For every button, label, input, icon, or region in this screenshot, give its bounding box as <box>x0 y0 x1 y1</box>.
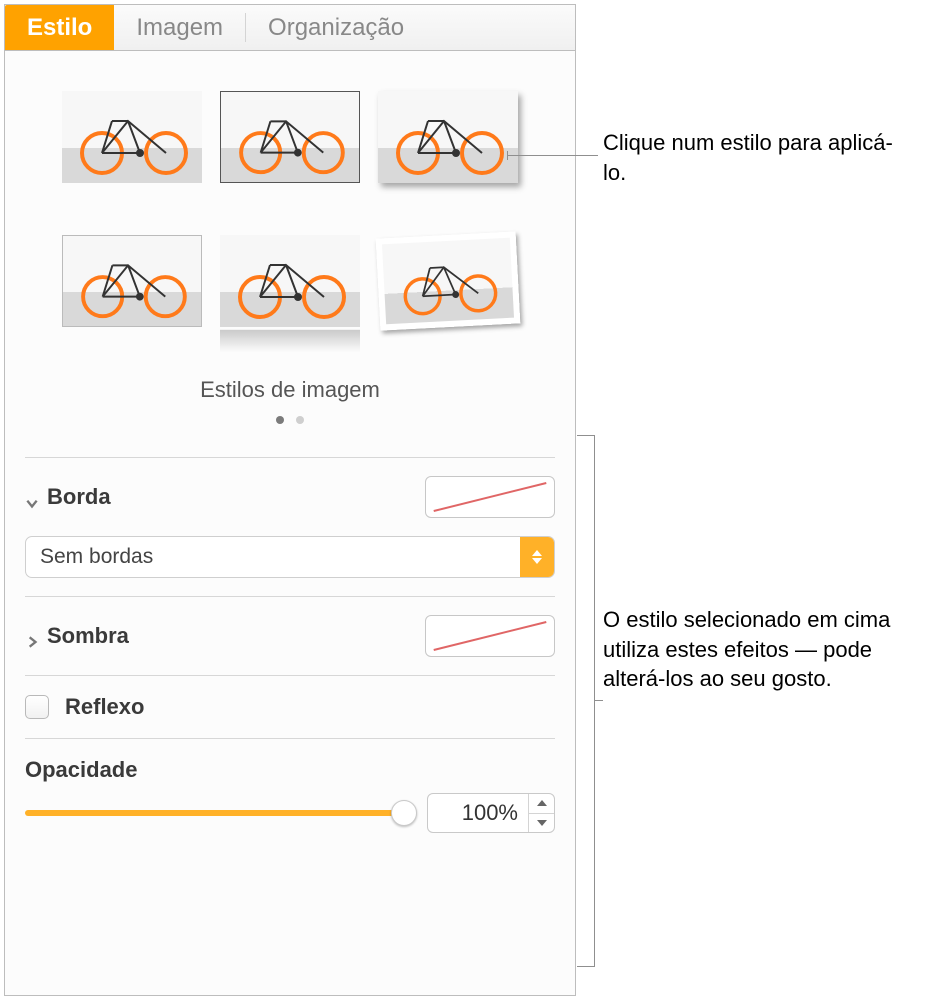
opacity-step-down[interactable] <box>529 814 554 833</box>
page-dot[interactable] <box>276 416 284 424</box>
bicycle-thumbnail-icon <box>221 92 359 182</box>
page-dot[interactable] <box>296 416 304 424</box>
style-page-indicator <box>5 411 575 429</box>
border-section: Borda Sem bordas <box>5 458 575 578</box>
reflection-checkbox[interactable] <box>25 695 49 719</box>
shadow-style-swatch[interactable] <box>425 615 555 657</box>
bicycle-thumbnail-icon <box>220 235 360 327</box>
disclosure-right-icon[interactable] <box>25 629 39 643</box>
opacity-label: Opacidade <box>25 757 137 783</box>
shadow-section: Sombra <box>5 597 575 657</box>
callout-bracket <box>577 435 595 967</box>
slider-thumb-icon <box>391 800 417 826</box>
opacity-step-up[interactable] <box>529 794 554 814</box>
image-style-thumb[interactable] <box>376 231 521 330</box>
border-type-dropdown[interactable]: Sem bordas <box>25 536 555 578</box>
chevron-down-icon <box>537 820 547 826</box>
shadow-label: Sombra <box>47 623 129 649</box>
chevron-up-icon <box>537 800 547 806</box>
reflection-section: Reflexo <box>5 676 575 720</box>
image-style-thumb[interactable] <box>62 235 202 327</box>
reflection-label: Reflexo <box>65 694 144 720</box>
image-styles-area: Estilos de imagem <box>5 51 575 439</box>
no-shadow-icon <box>433 621 546 651</box>
disclosure-down-icon[interactable] <box>25 490 39 504</box>
image-styles-heading: Estilos de imagem <box>5 377 575 403</box>
dropdown-stepper-icon <box>520 537 554 577</box>
image-style-thumb[interactable] <box>220 91 360 183</box>
format-tabs: Estilo Imagem Organização <box>5 5 575 51</box>
no-border-icon <box>433 482 546 512</box>
format-panel: Estilo Imagem Organização Estilos de ima… <box>4 4 576 996</box>
styles-prev-button[interactable] <box>13 221 35 251</box>
callout-text: Clique num estilo para aplicá-lo. <box>603 128 903 187</box>
dropdown-value: Sem bordas <box>26 537 520 577</box>
callout-text: O estilo selecionado em cima utiliza est… <box>603 605 913 694</box>
opacity-slider[interactable] <box>25 810 407 816</box>
styles-next-button[interactable] <box>545 221 567 251</box>
image-style-thumb[interactable] <box>220 235 360 327</box>
image-style-thumb[interactable] <box>62 91 202 183</box>
callout-leader-line <box>508 155 598 156</box>
border-style-swatch[interactable] <box>425 476 555 518</box>
border-label: Borda <box>47 484 111 510</box>
opacity-section: Opacidade <box>5 739 575 833</box>
tab-image[interactable]: Imagem <box>114 5 245 50</box>
image-style-grid <box>5 91 575 327</box>
bicycle-thumbnail-icon <box>382 238 514 325</box>
bicycle-thumbnail-icon <box>62 91 202 183</box>
bicycle-thumbnail-icon <box>63 236 201 326</box>
opacity-input[interactable] <box>428 794 528 832</box>
callout-leader-line <box>595 700 603 701</box>
bicycle-thumbnail-icon <box>378 91 518 183</box>
image-style-thumb[interactable] <box>378 91 518 183</box>
opacity-stepper <box>427 793 555 833</box>
tab-style[interactable]: Estilo <box>5 5 114 50</box>
tab-arrange[interactable]: Organização <box>246 5 426 50</box>
